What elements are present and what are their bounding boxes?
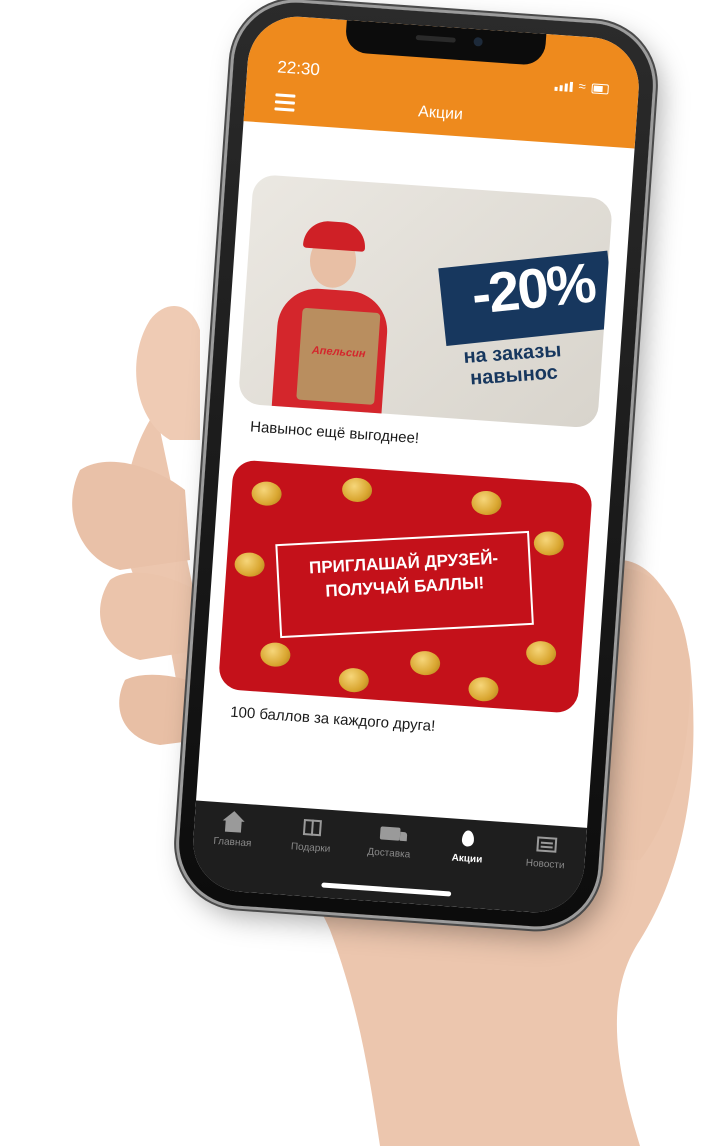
coin-decoration [533,530,565,557]
tab-label: Новости [525,857,565,872]
phone-frame: 22:30 ≈ Акции Апельсин -20% на заказы на… [174,0,658,931]
signal-icon [554,81,573,92]
wifi-icon: ≈ [578,78,587,94]
coin-decoration [525,640,557,667]
promo-banner-invite[interactable]: ПРИГЛАШАЙ ДРУЗЕЙ- ПОЛУЧАЙ БАЛЛЫ! [217,459,594,714]
person-cap [302,219,367,252]
coin-decoration [338,667,370,694]
coin-decoration [341,476,373,503]
battery-icon [591,83,609,95]
promo-card[interactable]: ПРИГЛАШАЙ ДРУЗЕЙ- ПОЛУЧАЙ БАЛЛЫ! 100 бал… [216,459,594,744]
promo-card[interactable]: Апельсин -20% на заказы навынос Навынос … [236,173,613,459]
tab-label: Акции [451,852,483,866]
scene: 22:30 ≈ Акции Апельсин -20% на заказы на… [0,0,706,1146]
coin-decoration [467,676,500,703]
front-camera [473,37,483,47]
news-icon [536,835,558,853]
coin-decoration [409,650,441,677]
promo-subtitle: на заказы навынос [462,339,563,390]
truck-icon [379,825,401,841]
tab-promotions[interactable]: Акции [431,825,502,909]
tab-home[interactable]: Главная [196,809,267,893]
fire-icon [461,830,475,847]
tab-label: Доставка [366,846,411,861]
status-icons: ≈ [554,78,609,95]
bag-logo: Апельсин [311,344,366,361]
coin-decoration [233,551,266,578]
promotions-list: Апельсин -20% на заказы навынос Навынос … [195,121,634,836]
coin-decoration [250,480,283,507]
tab-news[interactable]: Новости [509,831,580,915]
home-icon [225,819,242,833]
discount-label: -20% [468,250,598,326]
coin-decoration [259,641,292,668]
phone-screen: 22:30 ≈ Акции Апельсин -20% на заказы на… [189,13,643,916]
gift-icon [302,819,322,837]
coin-decoration [470,489,503,517]
tab-label: Подарки [290,841,331,855]
tab-label: Главная [212,835,252,850]
promo-banner-takeaway[interactable]: Апельсин -20% на заказы навынос [237,173,613,429]
status-time: 22:30 [276,57,321,80]
paper-bag: Апельсин [296,307,381,405]
speaker-grille [415,34,456,43]
